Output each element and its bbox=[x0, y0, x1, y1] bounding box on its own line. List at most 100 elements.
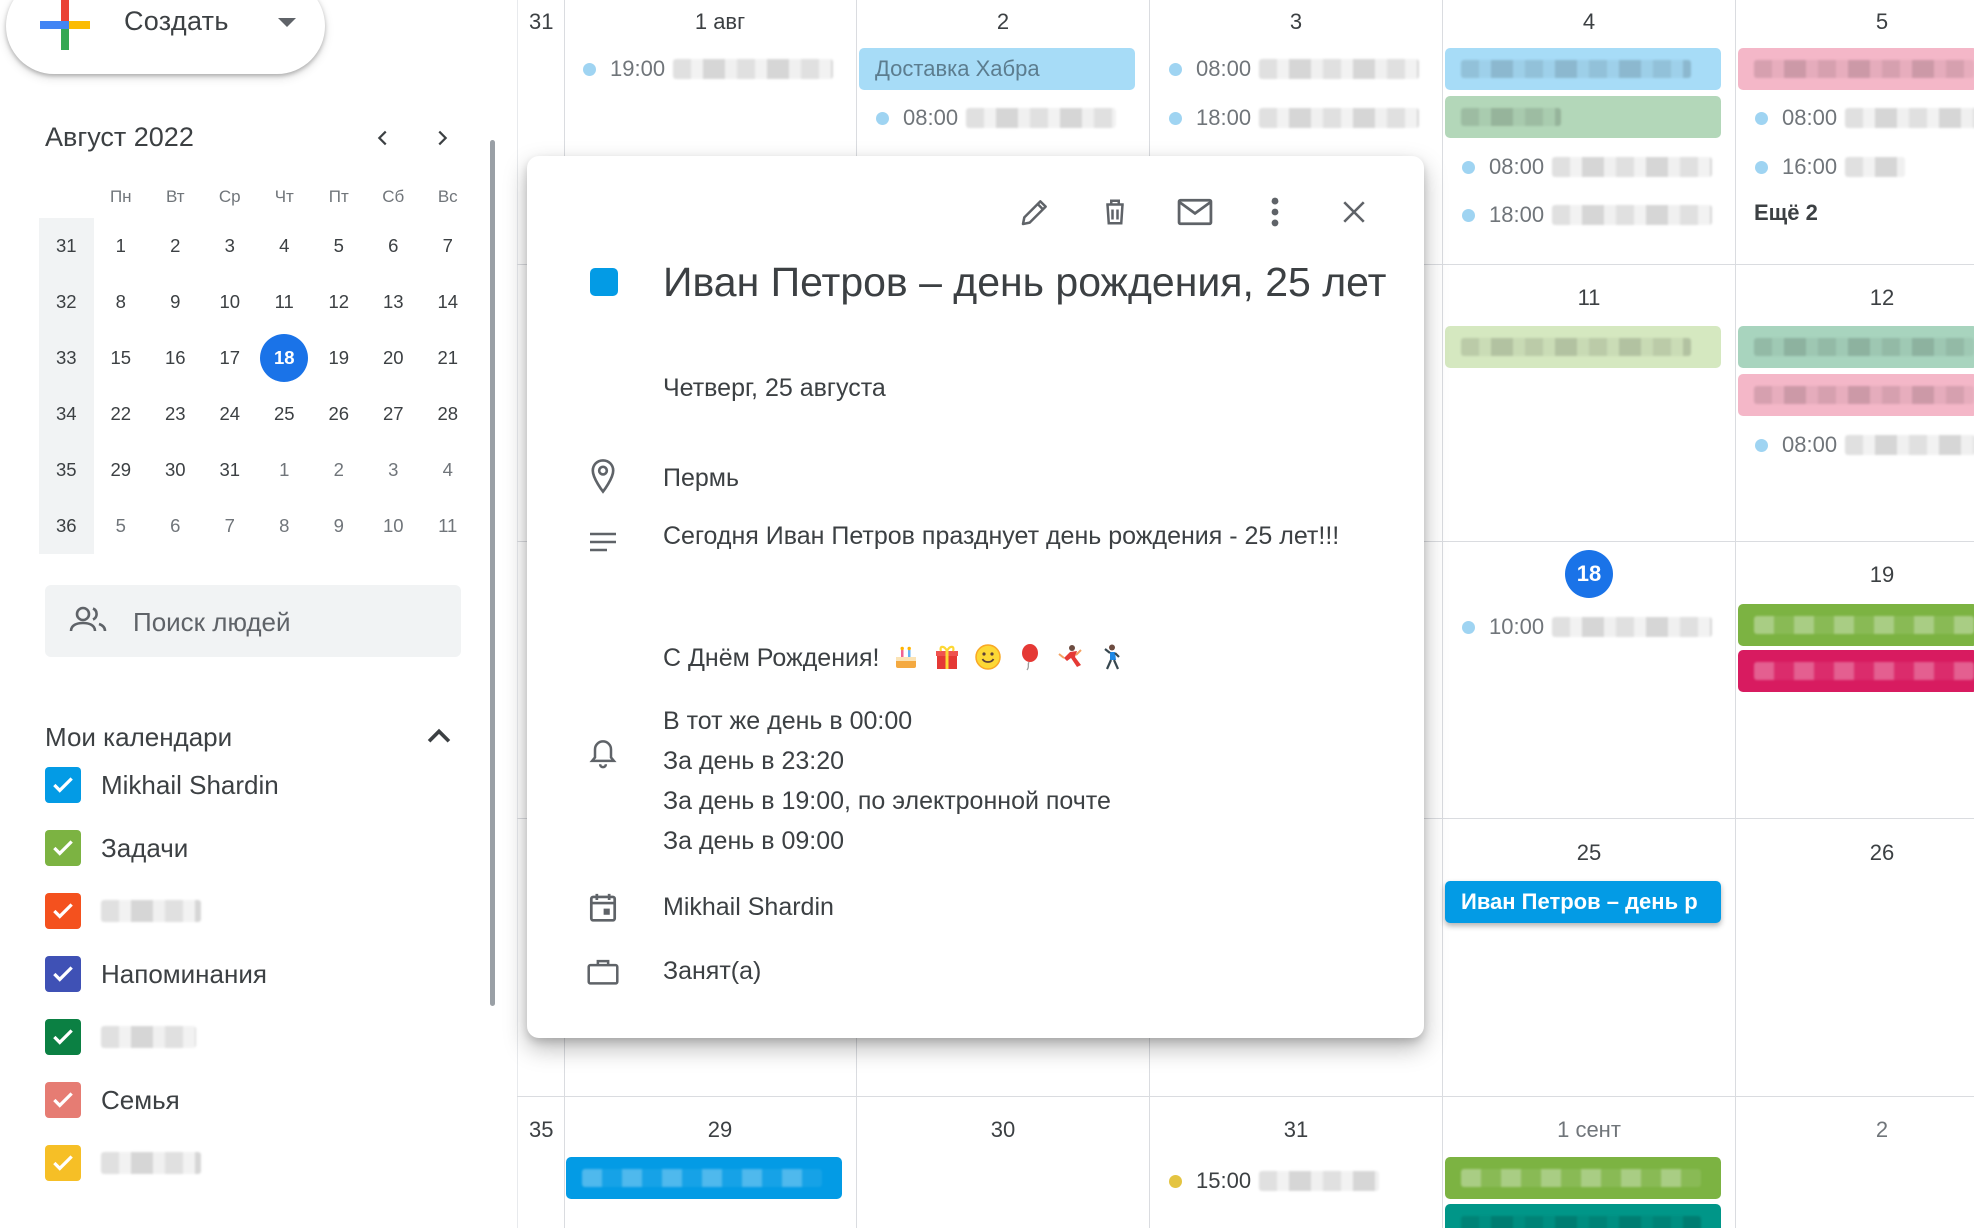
event-chip[interactable]: 16:00 bbox=[1755, 154, 1906, 180]
mini-day[interactable]: 11 bbox=[421, 498, 476, 554]
mini-day[interactable]: 25 bbox=[257, 386, 312, 442]
day-number[interactable]: 4 bbox=[1559, 9, 1619, 35]
calendar-list-item[interactable]: Задачи bbox=[45, 828, 445, 868]
mini-day[interactable]: 10 bbox=[203, 274, 258, 330]
mini-day[interactable]: 28 bbox=[421, 386, 476, 442]
mini-day[interactable]: 3 bbox=[203, 218, 258, 274]
mini-week-number[interactable]: 36 bbox=[39, 498, 94, 554]
calendar-checkbox[interactable] bbox=[45, 830, 81, 866]
mini-day[interactable]: 10 bbox=[366, 498, 421, 554]
mini-day[interactable]: 19 bbox=[312, 330, 367, 386]
mini-day[interactable]: 18 bbox=[257, 330, 312, 386]
mini-day[interactable]: 5 bbox=[94, 498, 149, 554]
mini-day[interactable]: 21 bbox=[421, 330, 476, 386]
event-chip[interactable]: 10:00 bbox=[1462, 614, 1713, 640]
mini-day[interactable]: 16 bbox=[148, 330, 203, 386]
day-number[interactable]: 30 bbox=[973, 1117, 1033, 1143]
mini-day[interactable]: 23 bbox=[148, 386, 203, 442]
event-chip[interactable]: 19:00 bbox=[583, 56, 834, 82]
create-button[interactable]: Создать bbox=[6, 0, 325, 74]
event-chip[interactable]: 18:00 bbox=[1462, 202, 1713, 228]
mini-week-number[interactable]: 35 bbox=[39, 442, 94, 498]
mini-day[interactable]: 1 bbox=[257, 442, 312, 498]
event-chip[interactable]: 18:00 bbox=[1169, 105, 1420, 131]
mini-day[interactable]: 9 bbox=[312, 498, 367, 554]
mini-week-number[interactable]: 34 bbox=[39, 386, 94, 442]
calendar-checkbox[interactable] bbox=[45, 1145, 81, 1181]
more-options-button[interactable] bbox=[1249, 186, 1301, 238]
mini-day[interactable]: 4 bbox=[421, 442, 476, 498]
calendar-list-item[interactable]: Mikhail Shardin bbox=[45, 765, 445, 805]
day-number[interactable]: 1 авг bbox=[680, 9, 760, 35]
day-number[interactable]: 12 bbox=[1852, 285, 1912, 311]
mini-week-number[interactable]: 32 bbox=[39, 274, 94, 330]
calendar-checkbox[interactable] bbox=[45, 893, 81, 929]
mini-week-number[interactable]: 31 bbox=[39, 218, 94, 274]
event-bar-selected[interactable]: Иван Петров – день р bbox=[1445, 881, 1721, 923]
day-number[interactable]: 2 bbox=[973, 9, 1033, 35]
mini-day[interactable]: 31 bbox=[203, 442, 258, 498]
people-search-input[interactable]: Поиск людей bbox=[45, 585, 461, 657]
mini-day[interactable]: 12 bbox=[312, 274, 367, 330]
calendar-checkbox[interactable] bbox=[45, 956, 81, 992]
calendar-checkbox[interactable] bbox=[45, 767, 81, 803]
event-bar[interactable] bbox=[1738, 326, 1974, 368]
next-month-button[interactable] bbox=[422, 118, 462, 158]
day-number[interactable]: 1 сент bbox=[1539, 1117, 1639, 1143]
mini-day[interactable]: 7 bbox=[421, 218, 476, 274]
day-number[interactable]: 26 bbox=[1852, 840, 1912, 866]
mini-day[interactable]: 6 bbox=[366, 218, 421, 274]
edit-button[interactable] bbox=[1009, 186, 1061, 238]
calendar-checkbox[interactable] bbox=[45, 1082, 81, 1118]
day-number[interactable]: 19 bbox=[1852, 562, 1912, 588]
event-bar[interactable] bbox=[1738, 48, 1974, 90]
event-bar[interactable] bbox=[566, 1157, 842, 1199]
mini-day[interactable]: 13 bbox=[366, 274, 421, 330]
mini-week-number[interactable]: 33 bbox=[39, 330, 94, 386]
calendar-list-item[interactable] bbox=[45, 891, 445, 931]
mini-day[interactable]: 15 bbox=[94, 330, 149, 386]
mini-day[interactable]: 3 bbox=[366, 442, 421, 498]
day-number[interactable]: 25 bbox=[1559, 840, 1619, 866]
event-chip[interactable]: 15:00 bbox=[1169, 1168, 1380, 1194]
event-bar[interactable] bbox=[1738, 604, 1974, 646]
prev-month-button[interactable] bbox=[363, 118, 403, 158]
event-chip[interactable]: 08:00 bbox=[1462, 154, 1713, 180]
mini-day[interactable]: 8 bbox=[257, 498, 312, 554]
email-guests-button[interactable] bbox=[1169, 186, 1221, 238]
event-bar[interactable] bbox=[1445, 1204, 1721, 1228]
mini-day[interactable]: 9 bbox=[148, 274, 203, 330]
mini-day[interactable]: 14 bbox=[421, 274, 476, 330]
mini-day[interactable]: 24 bbox=[203, 386, 258, 442]
day-number[interactable]: 3 bbox=[1266, 9, 1326, 35]
event-bar[interactable] bbox=[1445, 48, 1721, 90]
chevron-up-icon[interactable] bbox=[422, 720, 456, 754]
mini-day[interactable]: 20 bbox=[366, 330, 421, 386]
event-bar[interactable] bbox=[1738, 650, 1974, 692]
event-bar[interactable] bbox=[1445, 96, 1721, 138]
mini-day[interactable]: 1 bbox=[94, 218, 149, 274]
event-bar[interactable] bbox=[1445, 1157, 1721, 1199]
calendar-list-item[interactable]: Семья bbox=[45, 1080, 445, 1120]
mini-day[interactable]: 2 bbox=[312, 442, 367, 498]
mini-day[interactable]: 2 bbox=[148, 218, 203, 274]
event-chip[interactable]: 08:00 bbox=[876, 105, 1117, 131]
today-day-number[interactable]: 18 bbox=[1565, 550, 1613, 598]
mini-day[interactable]: 7 bbox=[203, 498, 258, 554]
calendar-list-item[interactable] bbox=[45, 1017, 445, 1057]
event-bar[interactable] bbox=[1445, 326, 1721, 368]
mini-day[interactable]: 11 bbox=[257, 274, 312, 330]
mini-day[interactable]: 5 bbox=[312, 218, 367, 274]
delete-button[interactable] bbox=[1089, 186, 1141, 238]
event-bar[interactable] bbox=[1738, 374, 1974, 416]
day-number[interactable]: 29 bbox=[680, 1117, 760, 1143]
day-number[interactable]: 5 bbox=[1852, 9, 1912, 35]
day-number[interactable]: 2 bbox=[1852, 1117, 1912, 1143]
event-chip[interactable]: 08:00 bbox=[1169, 56, 1420, 82]
calendar-list-item[interactable]: Напоминания bbox=[45, 954, 445, 994]
mini-day[interactable]: 27 bbox=[366, 386, 421, 442]
sidebar-scrollbar[interactable] bbox=[490, 140, 495, 1006]
event-chip[interactable]: 08:00 bbox=[1755, 105, 1974, 131]
event-bar[interactable]: Доставка Хабра bbox=[859, 48, 1135, 90]
calendar-checkbox[interactable] bbox=[45, 1019, 81, 1055]
